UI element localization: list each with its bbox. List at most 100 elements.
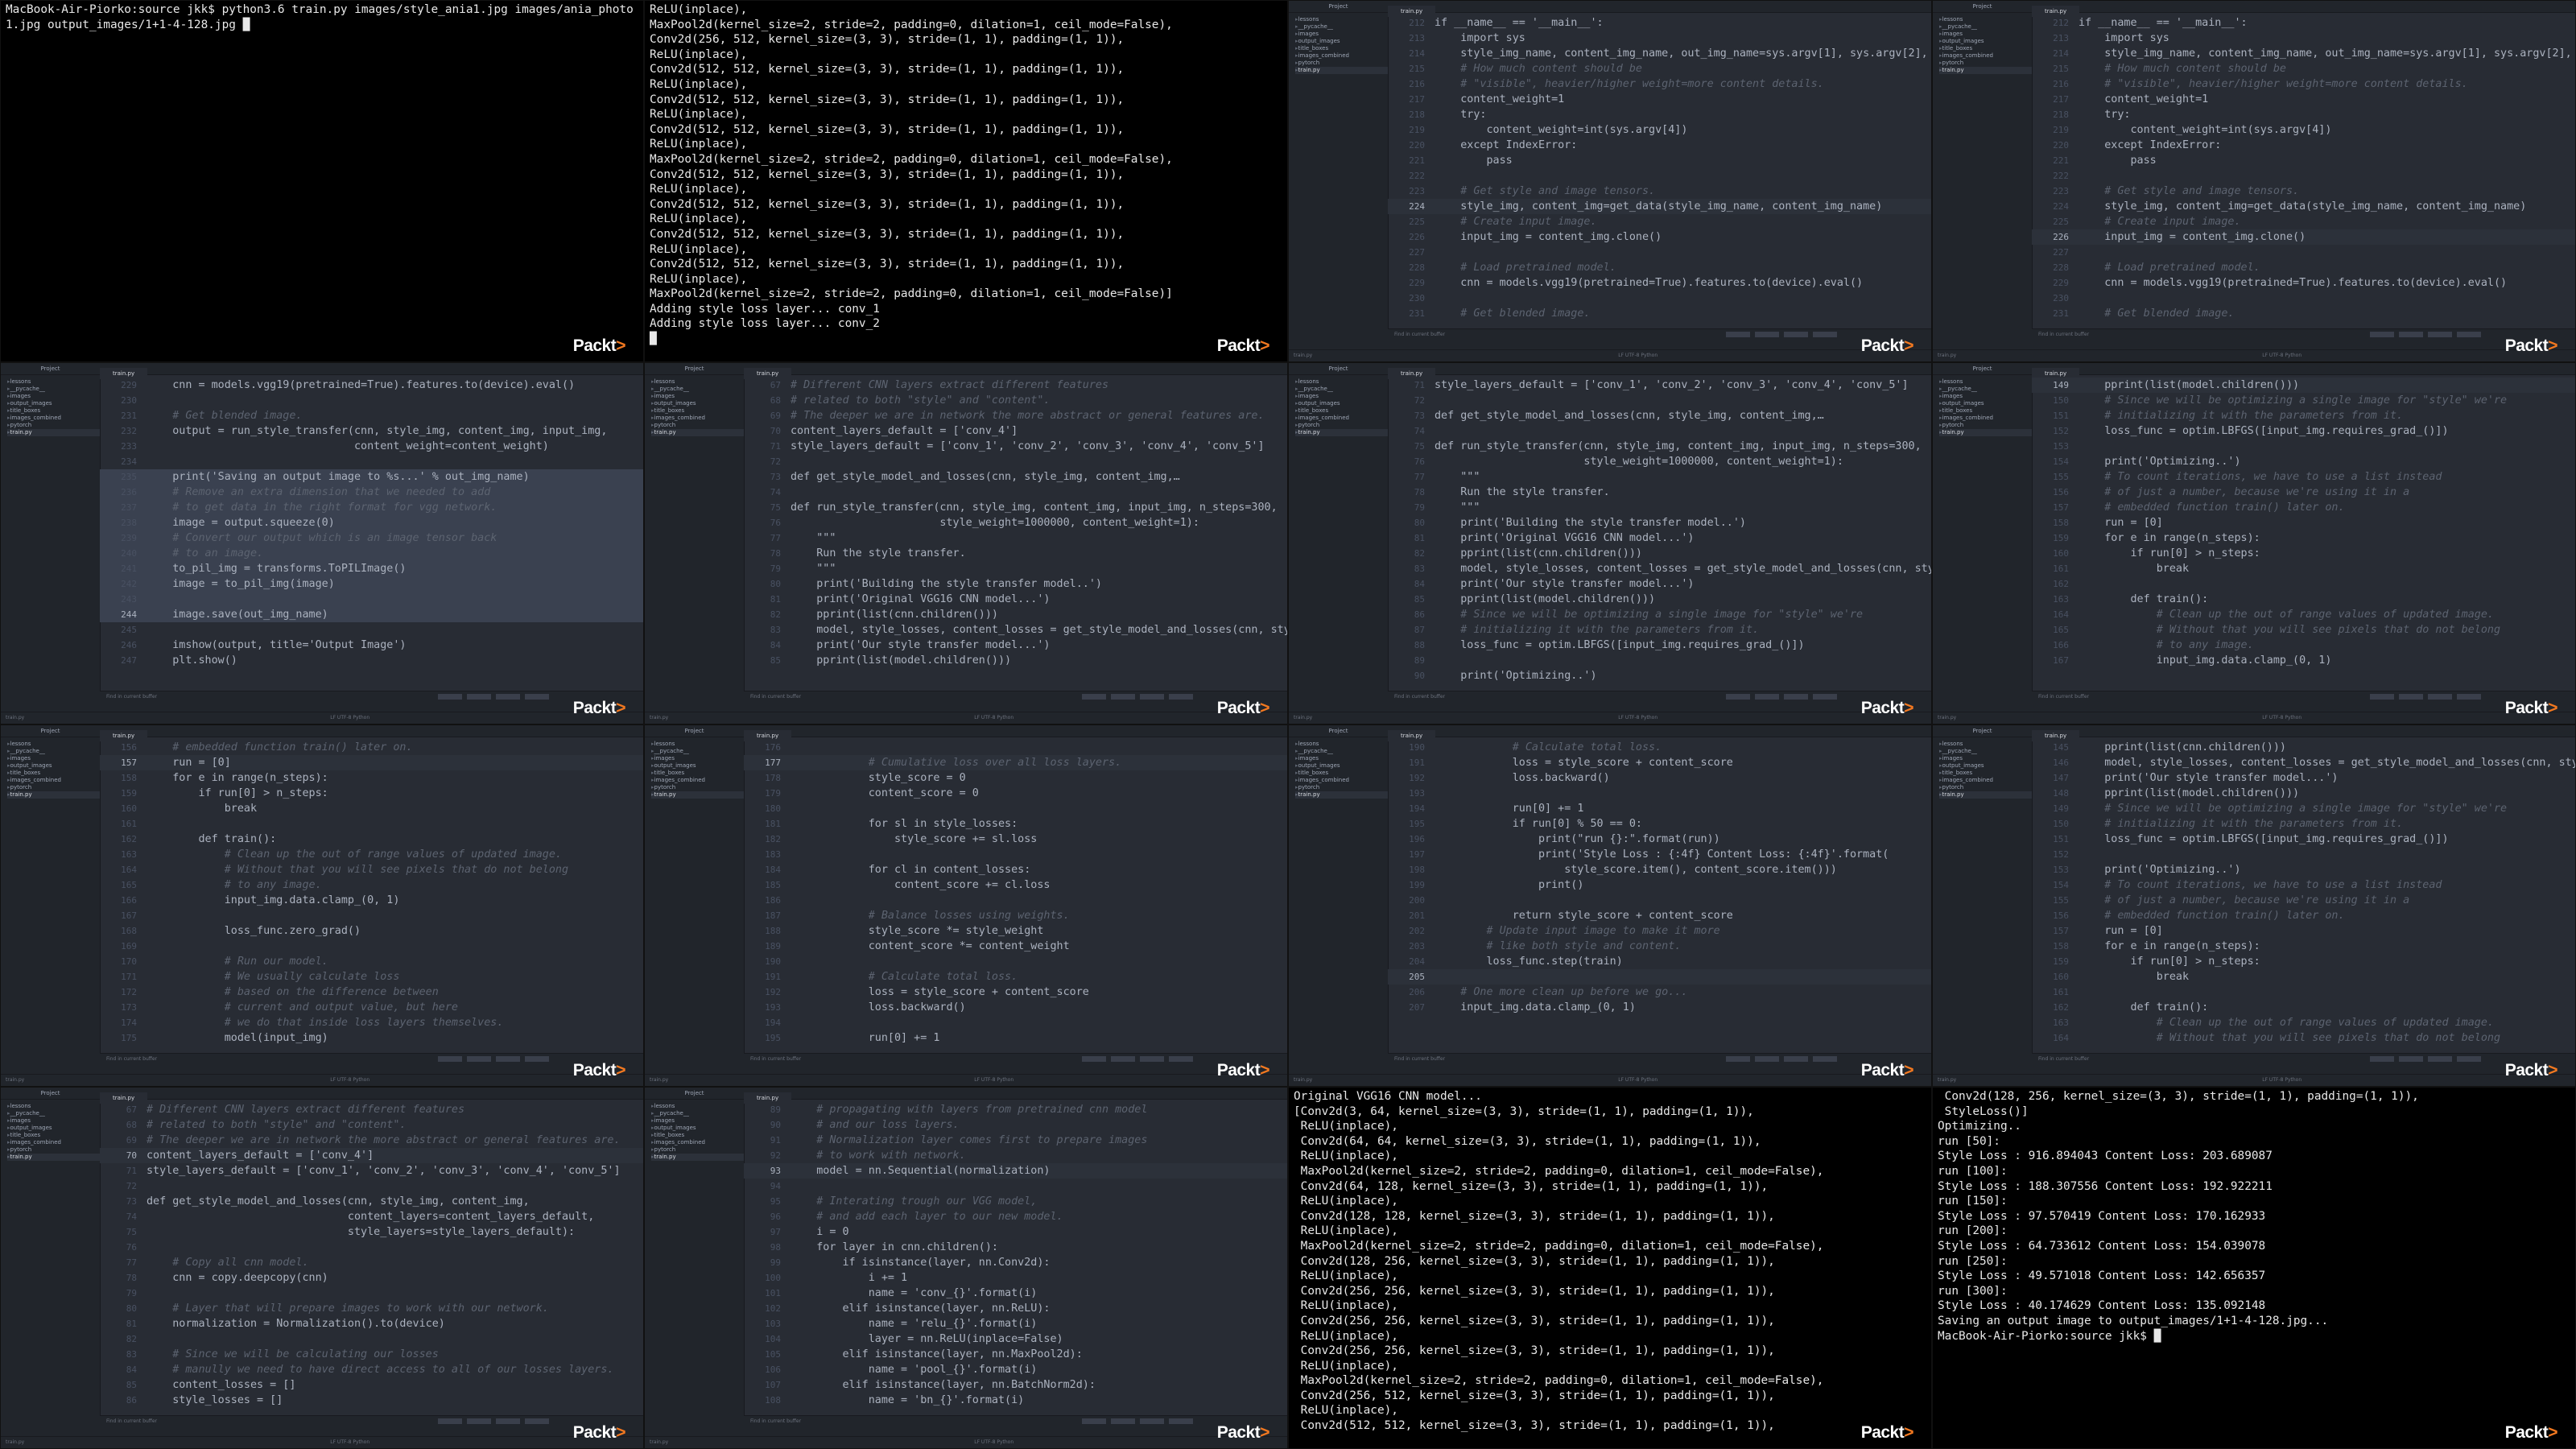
file-tree-item[interactable]: lessons: [1295, 378, 1388, 386]
file-tree-item[interactable]: images_combined: [651, 777, 744, 784]
find-option-button[interactable]: [1726, 1056, 1750, 1062]
find-option-button[interactable]: [496, 694, 520, 700]
find-option-button[interactable]: [1082, 694, 1106, 700]
file-tree-item[interactable]: output_images: [7, 762, 100, 770]
file-tree-item[interactable]: __pycache__: [1295, 23, 1388, 31]
file-tree-item[interactable]: train.py: [1295, 67, 1388, 74]
file-tree-item[interactable]: pytorch: [1939, 60, 2032, 67]
file-tree-item[interactable]: images: [1295, 755, 1388, 762]
file-tree-item[interactable]: output_images: [1295, 400, 1388, 407]
file-tree-item[interactable]: images_combined: [651, 1139, 744, 1146]
code-editor[interactable]: 67 # Different CNN layers extract differe…: [744, 374, 1287, 691]
code-editor[interactable]: 229 cnn = models.vgg19(pretrained=True).…: [100, 374, 643, 691]
find-option-button[interactable]: [1755, 694, 1779, 700]
find-option-button[interactable]: [1813, 1056, 1837, 1062]
file-tree-item[interactable]: lessons: [651, 378, 744, 386]
file-tree-item[interactable]: __pycache__: [7, 1110, 100, 1117]
file-tree-item[interactable]: lessons: [1295, 741, 1388, 748]
find-option-button[interactable]: [438, 1056, 462, 1062]
file-tree-item[interactable]: title_boxes: [1939, 770, 2032, 777]
file-tree-item[interactable]: train.py: [651, 1154, 744, 1161]
file-tree-item[interactable]: images: [651, 755, 744, 762]
file-tree-item[interactable]: title_boxes: [1295, 407, 1388, 415]
file-tree-item[interactable]: lessons: [1295, 16, 1388, 23]
find-option-button[interactable]: [438, 1418, 462, 1424]
file-tree-item[interactable]: __pycache__: [651, 386, 744, 393]
file-tree-item[interactable]: images_combined: [7, 415, 100, 422]
file-tree-item[interactable]: __pycache__: [1939, 386, 2032, 393]
find-option-button[interactable]: [2428, 694, 2452, 700]
code-editor[interactable]: 71 style_layers_default = ['conv_1', 'con…: [1388, 374, 1931, 691]
file-tree-item[interactable]: images: [1939, 393, 2032, 400]
file-tree-item[interactable]: train.py: [7, 1154, 100, 1161]
find-option-button[interactable]: [2399, 1056, 2423, 1062]
file-tree-item[interactable]: __pycache__: [7, 386, 100, 393]
find-option-button[interactable]: [496, 1056, 520, 1062]
find-option-button[interactable]: [2370, 1056, 2394, 1062]
file-tree-item[interactable]: images: [651, 1117, 744, 1125]
file-tree-item[interactable]: pytorch: [7, 422, 100, 429]
terminal-output[interactable]: Original VGG16 CNN model... [Conv2d(3, 64…: [1289, 1088, 1931, 1435]
file-tree-item[interactable]: lessons: [1939, 378, 2032, 386]
file-tree-item[interactable]: title_boxes: [7, 407, 100, 415]
file-tree-item[interactable]: output_images: [651, 1125, 744, 1132]
file-tree-item[interactable]: images: [1939, 755, 2032, 762]
find-option-button[interactable]: [1082, 1056, 1106, 1062]
file-tree-item[interactable]: __pycache__: [1295, 748, 1388, 755]
file-tree-item[interactable]: lessons: [651, 741, 744, 748]
terminal-output[interactable]: MacBook-Air-Piorko:source jkk$ python3.6…: [1, 1, 643, 34]
file-tree-item[interactable]: __pycache__: [1939, 748, 2032, 755]
file-tree-item[interactable]: images_combined: [1295, 52, 1388, 60]
find-option-button[interactable]: [2428, 332, 2452, 337]
file-tree-item[interactable]: images_combined: [1295, 777, 1388, 784]
terminal-output[interactable]: Conv2d(128, 256, kernel_size=(3, 3), str…: [1933, 1088, 2575, 1345]
find-option-button[interactable]: [1111, 1418, 1135, 1424]
find-option-button[interactable]: [1813, 332, 1837, 337]
find-option-button[interactable]: [525, 1056, 549, 1062]
find-option-button[interactable]: [1813, 694, 1837, 700]
code-editor[interactable]: 149 pprint(list(model.children())) 150 # …: [2032, 374, 2575, 691]
file-tree-item[interactable]: lessons: [1939, 741, 2032, 748]
file-tree-item[interactable]: pytorch: [7, 784, 100, 791]
find-option-button[interactable]: [2428, 1056, 2452, 1062]
file-tree-item[interactable]: images: [1295, 393, 1388, 400]
find-option-button[interactable]: [1140, 1418, 1164, 1424]
file-tree-item[interactable]: images: [1939, 31, 2032, 38]
file-tree-item[interactable]: images_combined: [1939, 777, 2032, 784]
file-tree-item[interactable]: pytorch: [651, 1146, 744, 1154]
file-tree-item[interactable]: train.py: [651, 791, 744, 799]
file-tree-item[interactable]: pytorch: [1939, 422, 2032, 429]
find-option-button[interactable]: [1784, 332, 1808, 337]
code-editor[interactable]: 89 # propagating with layers from pretra…: [744, 1099, 1287, 1416]
file-tree-item[interactable]: images: [651, 393, 744, 400]
file-tree-item[interactable]: title_boxes: [651, 407, 744, 415]
file-tree-item[interactable]: title_boxes: [651, 1132, 744, 1139]
file-tree-item[interactable]: output_images: [1295, 38, 1388, 45]
file-tree-item[interactable]: pytorch: [1295, 60, 1388, 67]
file-tree-item[interactable]: pytorch: [7, 1146, 100, 1154]
file-tree-item[interactable]: output_images: [651, 762, 744, 770]
code-editor[interactable]: 190 # Calculate total loss. 191 loss = st…: [1388, 737, 1931, 1054]
file-tree-item[interactable]: output_images: [1939, 400, 2032, 407]
code-editor[interactable]: 176 177 # Cumulative loss over all loss l…: [744, 737, 1287, 1054]
find-option-button[interactable]: [2370, 694, 2394, 700]
file-tree-item[interactable]: __pycache__: [651, 748, 744, 755]
code-editor[interactable]: 212 if __name__ == '__main__': 213 import …: [1388, 12, 1931, 329]
file-tree-item[interactable]: output_images: [7, 400, 100, 407]
file-tree-item[interactable]: images_combined: [1939, 415, 2032, 422]
file-tree-item[interactable]: pytorch: [651, 422, 744, 429]
find-option-button[interactable]: [496, 1418, 520, 1424]
find-option-button[interactable]: [467, 694, 491, 700]
file-tree-item[interactable]: title_boxes: [1939, 45, 2032, 52]
file-tree-item[interactable]: __pycache__: [651, 1110, 744, 1117]
find-option-button[interactable]: [2399, 332, 2423, 337]
find-option-button[interactable]: [2457, 332, 2481, 337]
file-tree-item[interactable]: train.py: [1939, 429, 2032, 436]
find-option-button[interactable]: [467, 1418, 491, 1424]
file-tree-item[interactable]: train.py: [1295, 429, 1388, 436]
file-tree-item[interactable]: output_images: [1939, 762, 2032, 770]
file-tree-item[interactable]: images_combined: [1939, 52, 2032, 60]
find-option-button[interactable]: [1755, 332, 1779, 337]
file-tree-item[interactable]: lessons: [1939, 16, 2032, 23]
code-editor[interactable]: 212 if __name__ == '__main__': 213 import …: [2032, 12, 2575, 329]
